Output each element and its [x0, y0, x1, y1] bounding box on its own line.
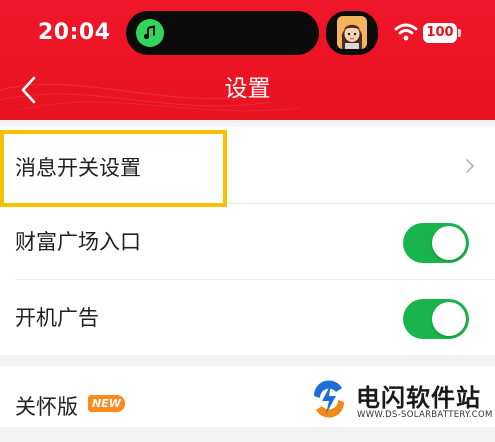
- app-header: 20:04 100 设置: [0, 0, 495, 120]
- toggle-knob: [432, 302, 466, 336]
- battery-icon: 100: [423, 23, 457, 43]
- row-label: 关怀版: [15, 395, 78, 419]
- watermark: 电闪软件站 WWW.DS-SOLARBATTERY.COM: [306, 374, 495, 427]
- music-note-icon[interactable]: [136, 19, 164, 47]
- row-label: 财富广场入口: [15, 230, 141, 254]
- status-time: 20:04: [38, 20, 111, 45]
- toggle-knob: [432, 226, 466, 260]
- watermark-logo: [308, 378, 350, 420]
- battery-nub: [458, 29, 461, 37]
- row-label: 开机广告: [15, 306, 99, 330]
- row-wealth-square-entry: 财富广场入口: [0, 204, 495, 280]
- wealth-square-toggle[interactable]: [403, 223, 469, 263]
- page-title: 设置: [224, 76, 271, 102]
- avatar[interactable]: [326, 11, 378, 55]
- row-startup-ad: 开机广告: [0, 280, 495, 356]
- avatar-image: [337, 16, 367, 49]
- wifi-icon: [394, 23, 418, 41]
- watermark-url: WWW.DS-SOLARBATTERY.COM: [357, 410, 493, 420]
- chevron-right-icon: [466, 159, 474, 173]
- new-badge: NEW: [88, 395, 125, 412]
- startup-ad-toggle[interactable]: [403, 299, 469, 339]
- highlight-box: [0, 130, 227, 207]
- watermark-title: 电闪软件站: [356, 384, 481, 412]
- dynamic-island[interactable]: [126, 11, 319, 55]
